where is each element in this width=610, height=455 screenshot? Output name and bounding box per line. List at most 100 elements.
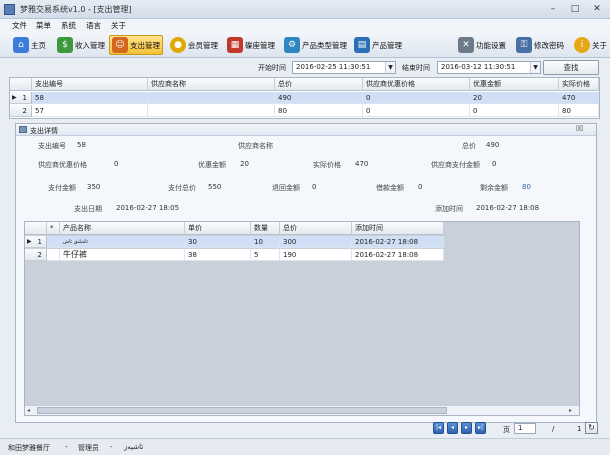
table-cell[interactable]: 190	[280, 249, 352, 261]
menu-language[interactable]: 语言	[86, 20, 101, 31]
income-button[interactable]: $ 收入管理	[54, 35, 108, 55]
scroll-left-icon[interactable]: ◂	[27, 407, 33, 414]
table-cell[interactable]	[148, 105, 275, 117]
expense-button[interactable]: ☺ 支出管理	[109, 35, 163, 55]
column-header[interactable]: 单价	[185, 222, 251, 235]
last-page-icon[interactable]: ▸|	[475, 422, 486, 434]
column-header[interactable]: 添加时间	[352, 222, 444, 235]
product-type-button[interactable]: ⚙ 产品类型管理	[281, 35, 350, 55]
expense-no-value: 58	[77, 141, 86, 149]
status-separator: -	[110, 443, 113, 451]
column-header[interactable]: 支出编号	[32, 78, 148, 91]
minimize-icon[interactable]: –	[542, 1, 564, 17]
table-cell[interactable]: 80	[275, 105, 363, 117]
toolbar: ⌂ 主页 $ 收入管理 ☺ 支出管理 ● 会员管理 ▦ 碟座管理 ⚙ 产品类型管…	[0, 32, 610, 58]
table-cell[interactable]	[148, 92, 275, 104]
actual-price-label: 实际价格	[313, 161, 341, 169]
table-cell[interactable]: ئاشلىق ئاش	[60, 236, 185, 248]
discount-amount-label: 优惠金额	[198, 161, 226, 169]
status-separator: -	[65, 443, 68, 451]
table-cell[interactable]: 30	[185, 236, 251, 248]
title-bar: 梦雅交易系统v1.0 - [支出管理] – □ ✕	[0, 0, 610, 19]
table-button[interactable]: ▦ 碟座管理	[224, 35, 278, 55]
row-header[interactable]: ▶ 1	[10, 92, 32, 104]
home-button[interactable]: ⌂ 主页	[10, 35, 49, 55]
go-page-icon[interactable]: ↻	[585, 422, 598, 434]
grid-corner	[25, 222, 47, 235]
table-cell[interactable]: 0	[363, 105, 470, 117]
menu-system[interactable]: 系统	[61, 20, 76, 31]
page-count: 1	[577, 425, 582, 433]
row-header[interactable]: 2	[25, 249, 47, 261]
column-header[interactable]: *	[47, 222, 60, 235]
table-cell[interactable]: 490	[275, 92, 363, 104]
search-button[interactable]: 查找	[543, 60, 599, 75]
table-cell[interactable]: 10	[251, 236, 280, 248]
table-cell[interactable]: 58	[32, 92, 148, 104]
close-icon[interactable]: ✕	[586, 1, 608, 17]
maximize-icon[interactable]: □	[564, 1, 586, 17]
row-header[interactable]: 2	[10, 105, 32, 117]
page-separator: /	[552, 425, 555, 433]
table-cell[interactable]	[47, 249, 60, 261]
table-cell[interactable]: 牛仔裤	[60, 249, 185, 261]
column-header[interactable]: 供应商优惠价格	[363, 78, 470, 91]
column-header[interactable]: 实际价格	[559, 78, 599, 91]
date-value: 2016-02-27 18:05	[116, 204, 180, 212]
table-cell[interactable]: 0	[363, 92, 470, 104]
menu-about[interactable]: 关于	[111, 20, 126, 31]
next-page-icon[interactable]: ▸	[461, 422, 472, 434]
column-header[interactable]: 总价	[275, 78, 363, 91]
column-header[interactable]: 数量	[251, 222, 280, 235]
status-user: ئاشپەز	[124, 443, 144, 451]
home-icon: ⌂	[13, 37, 29, 53]
end-time-picker[interactable]: 2016-03-12 11:30:51 ▼	[437, 61, 541, 74]
table-cell[interactable]: 2016-02-27 18:08	[352, 249, 444, 261]
total-label: 总价	[462, 142, 476, 150]
about-button[interactable]: i 关于	[571, 35, 610, 55]
menu-file[interactable]: 文件	[12, 20, 27, 31]
table-cell[interactable]: 5	[251, 249, 280, 261]
start-time-picker[interactable]: 2016-02-25 11:30:51 ▼	[292, 61, 396, 74]
status-bar: 和田梦雅餐厅 - 管理员 - ئاشپەز	[0, 438, 610, 455]
chevron-down-icon[interactable]: ▼	[385, 62, 395, 73]
table-cell[interactable]	[47, 236, 60, 248]
status-shop: 和田梦雅餐厅	[8, 444, 50, 452]
prev-page-icon[interactable]: ◂	[447, 422, 458, 434]
collapse-icon[interactable]: ☒	[576, 124, 583, 133]
page-label: 页	[503, 426, 510, 434]
menu-menu[interactable]: 菜单	[36, 20, 51, 31]
paid-label: 支付金额	[48, 184, 76, 192]
actual-price-value: 470	[355, 160, 369, 168]
scroll-right-icon[interactable]: ▸	[569, 407, 575, 414]
added-value: 2016-02-27 18:08	[476, 204, 540, 212]
change-password-button[interactable]: ⚿ 修改密码	[513, 35, 567, 55]
horizontal-scrollbar[interactable]: ◂ ▸	[25, 405, 579, 415]
column-header[interactable]: 总价	[280, 222, 352, 235]
user-expense-icon: ☺	[112, 37, 128, 53]
chevron-down-icon[interactable]: ▼	[530, 62, 540, 73]
first-page-icon[interactable]: |◂	[433, 422, 444, 434]
gear-icon: ⚙	[284, 37, 300, 53]
table-cell[interactable]: 38	[185, 249, 251, 261]
scrollbar-thumb[interactable]	[37, 407, 447, 414]
table-cell[interactable]: 470	[559, 92, 599, 104]
member-button[interactable]: ● 会员管理	[167, 35, 221, 55]
page-input[interactable]: 1	[514, 423, 536, 434]
product-button[interactable]: ▤ 产品管理	[351, 35, 405, 55]
column-header[interactable]: 供应商名称	[148, 78, 275, 91]
column-header[interactable]: 优惠金额	[470, 78, 559, 91]
table-cell[interactable]: 57	[32, 105, 148, 117]
search-row: 开始时间 2016-02-25 11:30:51 ▼ 结束时间 2016-03-…	[0, 59, 610, 76]
row-header[interactable]: ▶ 1	[25, 236, 47, 248]
table-cell[interactable]: 300	[280, 236, 352, 248]
table-cell[interactable]: 0	[470, 105, 559, 117]
settings-button[interactable]: ✕ 功能设置	[455, 35, 509, 55]
table-cell[interactable]: 80	[559, 105, 599, 117]
column-header[interactable]: 产品名称	[60, 222, 185, 235]
table-cell[interactable]: 20	[470, 92, 559, 104]
supplier-paid-value: 0	[492, 160, 497, 168]
detail-header: 支出详情 ☒	[16, 124, 596, 136]
date-label: 支出日期	[74, 205, 102, 213]
table-cell[interactable]: 2016-02-27 18:08	[352, 236, 444, 248]
